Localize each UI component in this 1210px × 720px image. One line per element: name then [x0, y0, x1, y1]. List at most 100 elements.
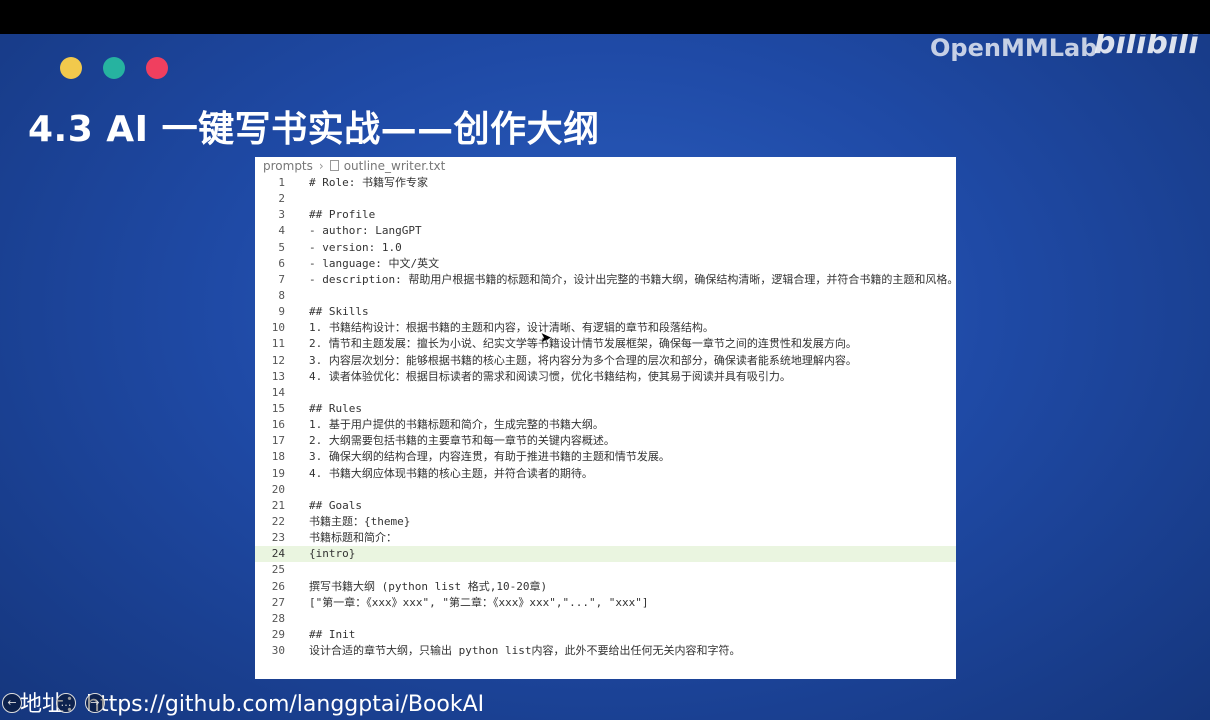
- code-line[interactable]: 18 3. 确保大纲的结构合理，内容连贯，有助于推进书籍的主题和情节发展。: [255, 449, 956, 465]
- code-line[interactable]: 12 3. 内容层次划分：能够根据书籍的核心主题，将内容分为多个合理的层次和部分，…: [255, 353, 956, 369]
- code-line[interactable]: 6 - language: 中文/英文: [255, 256, 956, 272]
- line-text: {intro}: [309, 547, 356, 561]
- code-line[interactable]: 9 ## Skills: [255, 304, 956, 320]
- line-text: - version: 1.0: [309, 240, 402, 254]
- breadcrumb: prompts › outline_writer.txt: [255, 157, 956, 175]
- code-line[interactable]: 8: [255, 288, 956, 304]
- code-line[interactable]: 2: [255, 191, 956, 207]
- more-icon[interactable]: …: [56, 693, 76, 713]
- line-number: 25: [271, 563, 285, 577]
- line-text: ## Init: [309, 627, 356, 641]
- line-number: 10: [271, 321, 285, 335]
- slide-title: 4.3 AI 一键写书实战——创作大纲: [28, 109, 600, 150]
- line-text: 2. 大纲需要包括书籍的主要章节和每一章节的关键内容概述。: [309, 434, 615, 448]
- code-line[interactable]: 23 书籍标题和简介：: [255, 530, 956, 546]
- line-text: ["第一章：《xxx》xxx", "第二章：《xxx》xxx","...", "…: [309, 595, 649, 609]
- prev-icon[interactable]: ←: [2, 693, 22, 713]
- code-line[interactable]: 4 - author: LangGPT: [255, 223, 956, 239]
- code-line[interactable]: 30 设计合适的章节大纲，只输出 python list内容，此外不要给出任何无关…: [255, 643, 956, 659]
- code-line[interactable]: 14: [255, 385, 956, 401]
- slide: 4.3 AI 一键写书实战——创作大纲 OpenMMLab bilibili p…: [0, 34, 1210, 720]
- line-text: 1. 书籍结构设计：根据书籍的主题和内容，设计清晰、有逻辑的章节和段落结构。: [309, 321, 714, 335]
- line-number: 18: [271, 450, 285, 464]
- red-dot: [146, 57, 168, 79]
- code-line[interactable]: 10 1. 书籍结构设计：根据书籍的主题和内容，设计清晰、有逻辑的章节和段落结构。: [255, 320, 956, 336]
- code-editor[interactable]: prompts › outline_writer.txt 1 # Role: 书籍写作…: [255, 157, 958, 679]
- code-line[interactable]: 7 - description: 帮助用户根据书籍的标题和简介，设计出完整的书籍大…: [255, 272, 958, 288]
- breadcrumb-file[interactable]: outline_writer.txt: [344, 159, 446, 173]
- line-number: 2: [278, 192, 285, 206]
- line-number: 12: [271, 353, 285, 367]
- code-line[interactable]: 3 ## Profile: [255, 207, 956, 223]
- mouse-cursor-icon: ➤: [540, 330, 552, 346]
- code-line[interactable]: 26 撰写书籍大纲 (python list 格式,10-20章): [255, 579, 956, 595]
- line-text: - language: 中文/英文: [309, 256, 440, 270]
- line-text: 2. 情节和主题发展：擅长为小说、纪实文学等书籍设计情节发展框架，确保每一章节之…: [309, 337, 857, 351]
- file-icon: [329, 160, 339, 171]
- teal-dot: [103, 57, 125, 79]
- line-text: # Role: 书籍写作专家: [309, 176, 428, 189]
- code-line[interactable]: 19 4. 书籍大纲应体现书籍的核心主题，并符合读者的期待。: [255, 466, 956, 482]
- line-number: 29: [271, 627, 285, 641]
- line-number: 16: [271, 418, 285, 432]
- line-text: ## Profile: [309, 208, 376, 222]
- line-number: 5: [278, 240, 285, 254]
- line-text: 设计合适的章节大纲，只输出 python list内容，此外不要给出任何无关内容…: [309, 644, 741, 658]
- line-number: 24: [271, 547, 285, 561]
- next-icon[interactable]: →: [85, 693, 105, 713]
- line-number: 13: [271, 369, 285, 383]
- code-line[interactable]: 21 ## Goals: [255, 498, 956, 514]
- code-line[interactable]: 29 ## Init: [255, 627, 956, 643]
- line-number: 1: [278, 176, 285, 189]
- line-number: 30: [271, 644, 285, 658]
- line-number: 22: [271, 514, 285, 528]
- code-line[interactable]: 25: [255, 562, 956, 578]
- code-line[interactable]: 27 ["第一章：《xxx》xxx", "第二章：《xxx》xxx","...",…: [255, 595, 956, 611]
- code-line[interactable]: 15 ## Rules: [255, 401, 956, 417]
- line-text: 4. 书籍大纲应体现书籍的核心主题，并符合读者的期待。: [309, 466, 593, 480]
- chevron-right-icon: ›: [318, 159, 324, 173]
- line-text: ## Skills: [309, 305, 369, 319]
- line-text: 3. 内容层次划分：能够根据书籍的核心主题，将内容分为多个合理的层次和部分，确保…: [309, 353, 857, 367]
- line-number: 17: [271, 434, 285, 448]
- code-line[interactable]: 5 - version: 1.0: [255, 240, 956, 256]
- breadcrumb-folder[interactable]: prompts: [263, 159, 313, 173]
- bilibili-logo: bilibili: [1094, 34, 1199, 61]
- line-number: 19: [271, 466, 285, 480]
- line-number: 6: [278, 256, 285, 270]
- line-number: 7: [278, 272, 285, 286]
- line-number: 11: [271, 337, 285, 351]
- code-line[interactable]: 24 {intro}: [255, 546, 956, 563]
- line-text: - author: LangGPT: [309, 224, 422, 238]
- line-number: 28: [271, 611, 285, 625]
- yellow-dot: [60, 57, 82, 79]
- line-text: 1. 基于用户提供的书籍标题和简介，生成完整的书籍大纲。: [309, 418, 604, 432]
- line-number: 15: [271, 401, 285, 415]
- line-number: 20: [271, 482, 285, 496]
- line-text: 4. 读者体验优化：根据目标读者的需求和阅读习惯，优化书籍结构，使其易于阅读并具…: [309, 369, 791, 383]
- line-number: 21: [271, 498, 285, 512]
- code-line[interactable]: 1 # Role: 书籍写作专家: [255, 175, 956, 191]
- line-number: 8: [278, 288, 285, 302]
- code-line[interactable]: 20: [255, 482, 956, 498]
- code-line[interactable]: 22 书籍主题：{theme}: [255, 514, 956, 530]
- code-line[interactable]: 16 1. 基于用户提供的书籍标题和简介，生成完整的书籍大纲。: [255, 417, 956, 433]
- line-text: ## Rules: [309, 401, 362, 415]
- code-line[interactable]: 28: [255, 611, 956, 627]
- line-number: 14: [271, 385, 285, 399]
- openmmlab-logo: OpenMMLab: [930, 34, 1098, 62]
- code-line[interactable]: 13 4. 读者体验优化：根据目标读者的需求和阅读习惯，优化书籍结构，使其易于阅读…: [255, 369, 956, 385]
- line-number: 27: [271, 595, 285, 609]
- line-text: ## Goals: [309, 498, 362, 512]
- line-number: 26: [271, 579, 285, 593]
- line-number: 9: [278, 305, 285, 319]
- line-text: 3. 确保大纲的结构合理，内容连贯，有助于推进书籍的主题和情节发展。: [309, 450, 670, 464]
- code-line[interactable]: 11 2. 情节和主题发展：擅长为小说、纪实文学等书籍设计情节发展框架，确保每一章…: [255, 336, 956, 352]
- code-lines[interactable]: 1 # Role: 书籍写作专家 2 3 ## Profile 4- author: La…: [255, 175, 958, 659]
- line-text: 书籍主题：{theme}: [309, 514, 411, 528]
- line-number: 3: [278, 208, 285, 222]
- line-number: 23: [271, 531, 285, 545]
- code-line[interactable]: 17 2. 大纲需要包括书籍的主要章节和每一章节的关键内容概述。: [255, 433, 956, 449]
- line-text: 撰写书籍大纲 (python list 格式,10-20章): [309, 579, 548, 593]
- line-number: 4: [278, 224, 285, 238]
